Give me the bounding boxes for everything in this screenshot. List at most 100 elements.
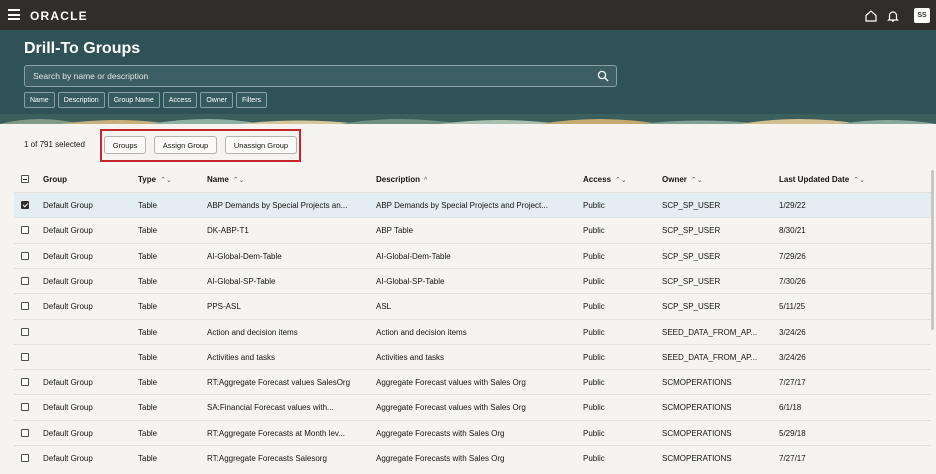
groups-button[interactable]: Groups bbox=[104, 136, 146, 154]
row-checkbox[interactable] bbox=[21, 276, 29, 285]
unassign-group-button[interactable]: Unassign Group bbox=[225, 136, 297, 154]
table-row[interactable]: Default Group Table ABP Demands by Special… bbox=[14, 192, 931, 218]
search-icon[interactable] bbox=[597, 70, 609, 82]
cell-type: Table bbox=[138, 327, 158, 337]
column-header-group[interactable]: Group bbox=[43, 175, 128, 184]
assign-group-button[interactable]: Assign Group bbox=[154, 136, 217, 154]
search-box bbox=[24, 65, 617, 87]
row-checkbox[interactable] bbox=[21, 251, 29, 260]
page-header: Drill-To Groups Name Description Group N… bbox=[0, 30, 936, 124]
column-label: Description bbox=[376, 175, 421, 184]
cell-name: AI-Global-SP-Table bbox=[207, 276, 276, 286]
column-header-name[interactable]: Name ⌃⌄ bbox=[207, 175, 367, 184]
column-label: Name bbox=[207, 175, 229, 184]
table-row[interactable]: Default Group Table RT:Aggregate Forecast … bbox=[14, 369, 931, 394]
cell-owner: SCMOPERATIONS bbox=[662, 454, 732, 463]
column-header-description[interactable]: Description ^ bbox=[376, 175, 566, 184]
cell-owner: SCP_SP_USER bbox=[662, 251, 721, 261]
cell-group: Default Group bbox=[43, 276, 93, 286]
row-checkbox[interactable] bbox=[21, 302, 29, 311]
cell-name: AI-Global-Dem-Table bbox=[207, 251, 282, 261]
cell-access: Public bbox=[583, 327, 605, 337]
column-label: Group bbox=[43, 175, 67, 184]
table-row[interactable]: Default Group Table RT:Aggregate Forecasts… bbox=[14, 445, 931, 470]
cell-name: ABP Demands by Special Projects an... bbox=[207, 201, 348, 210]
cell-type: Table bbox=[138, 352, 158, 362]
filter-chip-filters[interactable]: Filters bbox=[235, 92, 268, 108]
row-checkbox[interactable] bbox=[21, 454, 29, 462]
cell-type: Table bbox=[138, 276, 158, 286]
cell-access: Public bbox=[583, 201, 605, 210]
cell-access: Public bbox=[583, 352, 605, 362]
row-checkbox[interactable] bbox=[21, 403, 29, 412]
cell-description: Aggregate Forecast values with Sales Org bbox=[376, 403, 526, 413]
column-header-type[interactable]: Type ⌃⌄ bbox=[138, 175, 193, 184]
sort-icon: ⌃⌄ bbox=[160, 177, 172, 184]
cell-type: Table bbox=[138, 378, 158, 388]
cell-name: RT:Aggregate Forecasts Salesorg bbox=[207, 454, 327, 463]
table-row[interactable]: Default Group Table RT:Aggregate Forecasts… bbox=[14, 419, 931, 445]
bell-icon[interactable] bbox=[886, 9, 900, 23]
table-row[interactable]: Default Group Table AI-Global-SP-Table AI-G… bbox=[14, 267, 931, 293]
cell-owner: SEED_DATA_FROM_AP... bbox=[662, 327, 758, 337]
table-row[interactable]: Table Activities and tasks Activities and … bbox=[14, 343, 931, 369]
cell-description: ABP Demands by Special Projects and Proj… bbox=[376, 201, 548, 210]
cell-last-updated: 7/30/26 bbox=[779, 276, 806, 286]
sort-icon: ⌃⌄ bbox=[615, 177, 627, 184]
table-row[interactable]: Default Group Table DK-ABP-T1 ABP Table Publ… bbox=[14, 217, 931, 242]
selection-count: 1 of 791 selected bbox=[24, 140, 85, 149]
cell-group: Default Group bbox=[43, 226, 93, 236]
table-row[interactable]: Default Group Table SA:Financial Forecast … bbox=[14, 394, 931, 419]
cell-owner: SCP_SP_USER bbox=[662, 201, 721, 210]
filter-chip-description[interactable]: Description bbox=[57, 92, 105, 108]
filter-chip-access[interactable]: Access bbox=[162, 92, 198, 108]
avatar[interactable]: SS bbox=[914, 8, 930, 23]
table-row[interactable]: Default Group Table PPS-ASL ASL Public SCP_SP… bbox=[14, 293, 931, 318]
cell-access: Public bbox=[583, 428, 605, 438]
row-checkbox[interactable] bbox=[21, 226, 29, 235]
home-icon[interactable] bbox=[864, 9, 878, 23]
vertical-scrollbar[interactable] bbox=[931, 170, 934, 330]
menu-icon[interactable] bbox=[8, 9, 20, 20]
oracle-logo: ORACLE bbox=[30, 9, 88, 23]
sort-icon: ⌃⌄ bbox=[690, 177, 703, 184]
cell-description: Aggregate Forecasts with Sales Org bbox=[376, 428, 505, 438]
cell-last-updated: 8/30/21 bbox=[779, 226, 806, 236]
cell-description: Aggregate Forecast values with Sales Org bbox=[376, 378, 526, 388]
column-header-last-updated[interactable]: Last Updated Date ⌃⌄ bbox=[779, 175, 899, 184]
cell-description: AI-Global-SP-Table bbox=[376, 276, 445, 286]
cell-group: Default Group bbox=[43, 251, 93, 261]
filter-chip-group-name[interactable]: Group Name bbox=[107, 92, 160, 108]
cell-group: Default Group bbox=[43, 428, 93, 438]
filter-chips: Name Description Group Name Access Owner… bbox=[24, 92, 268, 108]
table-row[interactable]: Default Group Table AI-Global-Dem-Table AI-… bbox=[14, 242, 931, 268]
cell-description: AI-Global-Dem-Table bbox=[376, 251, 451, 261]
column-label: Owner bbox=[662, 175, 687, 184]
top-bar: ORACLE SS bbox=[0, 0, 936, 30]
cell-access: Public bbox=[583, 251, 605, 261]
cell-last-updated: 6/1/18 bbox=[779, 403, 802, 413]
cell-group: Default Group bbox=[43, 378, 93, 388]
cell-description: Activities and tasks bbox=[376, 352, 445, 362]
row-checkbox[interactable] bbox=[21, 428, 29, 437]
table-row[interactable]: Table Action and decision items Action and… bbox=[14, 318, 931, 344]
row-checkbox[interactable] bbox=[21, 201, 29, 209]
row-checkbox[interactable] bbox=[21, 378, 29, 387]
row-checkbox[interactable] bbox=[21, 327, 29, 336]
select-all-checkbox[interactable] bbox=[21, 175, 29, 183]
cell-description: Aggregate Forecasts with Sales Org bbox=[376, 454, 505, 463]
cell-last-updated: 3/24/26 bbox=[779, 352, 806, 362]
table-header: Group Type ⌃⌄ Name ⌃⌄ Description ^ Access ⌃… bbox=[14, 167, 931, 192]
cell-group: Default Group bbox=[43, 454, 93, 463]
cell-last-updated: 1/29/22 bbox=[779, 201, 806, 210]
cell-group: Default Group bbox=[43, 302, 93, 312]
filter-chip-name[interactable]: Name bbox=[24, 92, 55, 108]
filter-chip-owner[interactable]: Owner bbox=[200, 92, 233, 108]
column-header-access[interactable]: Access ⌃⌄ bbox=[583, 175, 643, 184]
row-checkbox[interactable] bbox=[21, 352, 29, 361]
cell-name: RT:Aggregate Forecast values SalesOrg bbox=[207, 378, 351, 388]
column-label: Access bbox=[583, 175, 612, 184]
column-header-owner[interactable]: Owner ⌃⌄ bbox=[662, 175, 762, 184]
cell-type: Table bbox=[138, 251, 158, 261]
search-input[interactable] bbox=[25, 66, 585, 86]
